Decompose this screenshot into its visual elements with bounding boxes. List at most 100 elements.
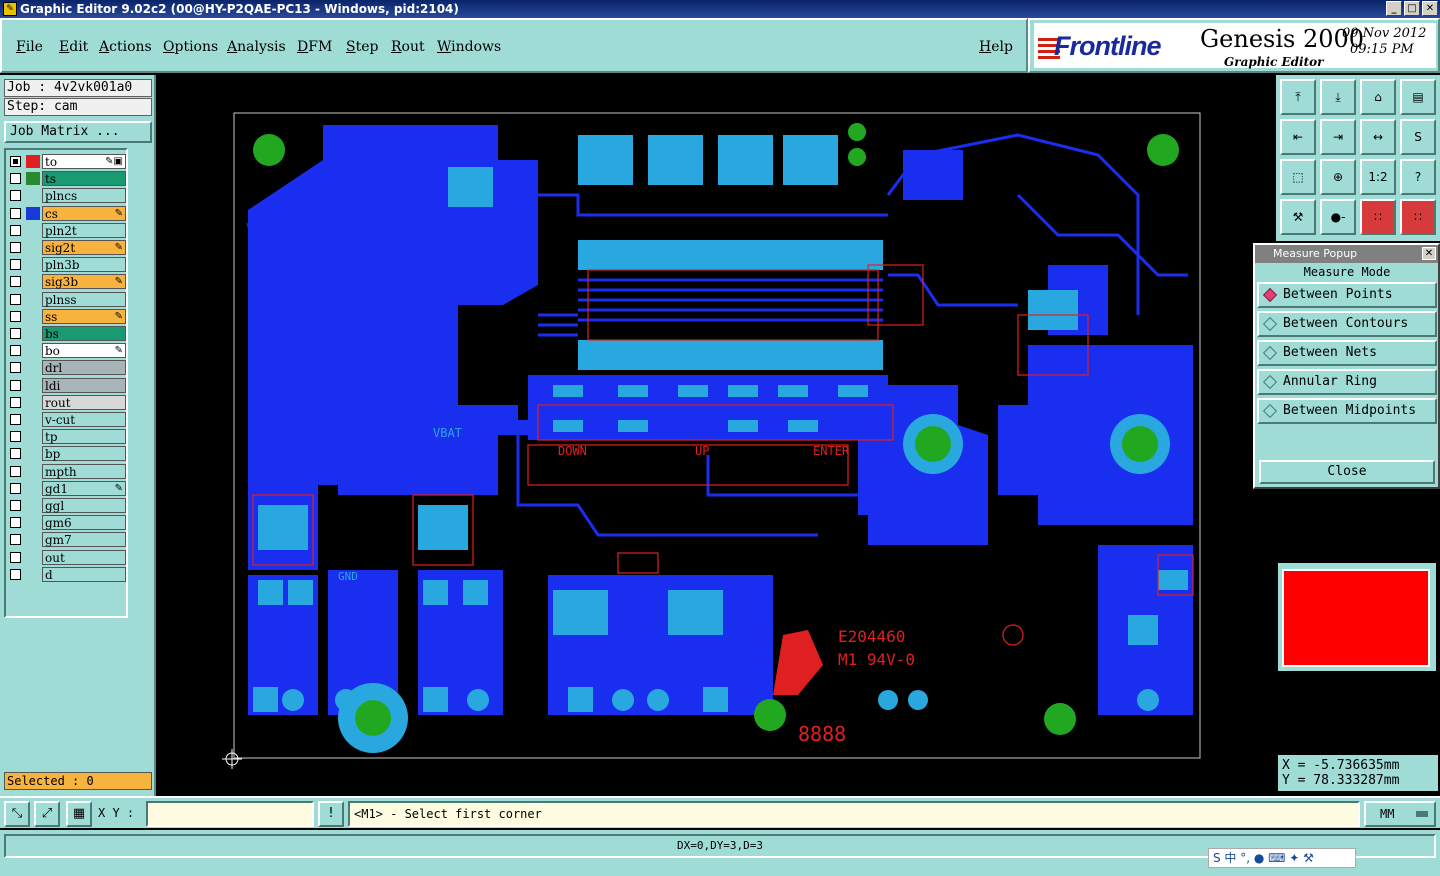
node-icon[interactable]: ●-: [1320, 199, 1356, 235]
layer-name[interactable]: plnss: [42, 291, 126, 307]
menu-options[interactable]: Options: [163, 39, 218, 55]
measure-option[interactable]: Between Points: [1257, 282, 1437, 308]
layer-checkbox[interactable]: [10, 414, 21, 425]
xy-input[interactable]: [146, 801, 314, 827]
pcb-board-view[interactable]: VCC VBAT GND DOWN UP ENTER E204460 M1 94…: [158, 75, 1276, 796]
layer-checkbox[interactable]: [10, 242, 21, 253]
layer-checkbox[interactable]: [10, 465, 21, 477]
layer-name[interactable]: bo ✎: [42, 343, 126, 359]
layer-row[interactable]: tp: [8, 429, 126, 445]
layer-checkbox[interactable]: [10, 190, 21, 202]
layer-name[interactable]: v-cut: [42, 412, 126, 427]
layer-color-swatch[interactable]: [26, 155, 40, 168]
alert-icon[interactable]: !: [318, 801, 344, 827]
layer-name[interactable]: mpth: [42, 463, 126, 479]
layer-name[interactable]: ldi: [42, 377, 126, 393]
pan-right-icon[interactable]: ⇥: [1320, 119, 1356, 155]
measure-option[interactable]: Between Midpoints: [1257, 398, 1437, 424]
measure-popup-title[interactable]: Measure Popup ✕: [1255, 245, 1438, 263]
layer-name[interactable]: ss ✎: [42, 308, 126, 324]
layer-checkbox[interactable]: [10, 173, 21, 185]
zoom-in-icon[interactable]: ⤓: [1320, 79, 1356, 115]
layer-name[interactable]: gd1 ✎: [42, 480, 126, 496]
menu-dfm[interactable]: DFM: [297, 39, 332, 55]
layer-name[interactable]: drl: [42, 360, 126, 376]
layer-name[interactable]: gm6: [42, 515, 126, 531]
units-select[interactable]: MM: [1364, 801, 1436, 827]
measure-close-button[interactable]: Close: [1259, 460, 1435, 484]
maximize-button[interactable]: □: [1404, 1, 1420, 16]
fit-icon[interactable]: ⬚: [1280, 159, 1316, 195]
layer-row[interactable]: ggl: [8, 498, 126, 513]
layer-checkbox[interactable]: [10, 517, 21, 529]
snap-icon[interactable]: ⤡: [4, 801, 30, 827]
layer-name[interactable]: out: [42, 549, 126, 565]
tool-icon[interactable]: ⚒: [1280, 199, 1316, 235]
layer-checkbox[interactable]: [10, 310, 21, 322]
layer-name[interactable]: plncs: [42, 188, 126, 204]
layer-row[interactable]: plnss: [8, 291, 126, 307]
layer-row[interactable]: cs ✎: [8, 205, 126, 221]
menu-file[interactable]: File: [16, 39, 43, 55]
radio-icon[interactable]: [1262, 287, 1278, 303]
pan-left-icon[interactable]: ⇤: [1280, 119, 1316, 155]
layer-row[interactable]: rout: [8, 394, 126, 410]
layer-b-icon[interactable]: ∷: [1400, 199, 1436, 235]
layer-row[interactable]: bo ✎: [8, 343, 126, 359]
layer-row[interactable]: d: [8, 566, 126, 582]
layer-checkbox[interactable]: [10, 345, 21, 357]
menu-edit[interactable]: Edit: [59, 39, 88, 55]
job-matrix-button[interactable]: Job Matrix ...: [4, 121, 152, 143]
house-icon[interactable]: ⌂: [1360, 79, 1396, 115]
layer-color-swatch[interactable]: [26, 206, 40, 220]
layer-name[interactable]: d: [42, 566, 126, 582]
layer-checkbox[interactable]: [10, 568, 21, 580]
layer-row[interactable]: pln2t: [8, 222, 126, 238]
help-icon[interactable]: ?: [1400, 159, 1436, 195]
window-icon[interactable]: ▤: [1400, 79, 1436, 115]
layer-name[interactable]: sig2t ✎: [42, 240, 126, 255]
close-window-button[interactable]: ✕: [1422, 1, 1438, 16]
measure-option[interactable]: Annular Ring: [1257, 369, 1437, 395]
layer-checkbox[interactable]: [10, 396, 21, 408]
measure-icon[interactable]: ⤢: [34, 801, 60, 827]
layer-row[interactable]: sig2t ✎: [8, 240, 126, 255]
zoom-home-icon[interactable]: ⤒: [1280, 79, 1316, 115]
scale-icon[interactable]: 1:2: [1360, 159, 1396, 195]
layer-checkbox[interactable]: [10, 328, 21, 339]
layer-row[interactable]: pln3b: [8, 257, 126, 273]
layer-checkbox[interactable]: [10, 448, 21, 460]
layer-name[interactable]: cs ✎: [42, 205, 126, 221]
minimize-button[interactable]: _: [1386, 1, 1402, 16]
radio-icon[interactable]: [1262, 316, 1278, 332]
layer-row[interactable]: gm7: [8, 532, 126, 548]
layer-row[interactable]: ss ✎: [8, 308, 126, 324]
measure-close-icon[interactable]: ✕: [1422, 247, 1436, 260]
layer-name[interactable]: ts: [42, 171, 126, 187]
layer-checkbox[interactable]: [10, 500, 21, 511]
layer-preview[interactable]: [1278, 563, 1436, 671]
menu-windows[interactable]: Windows: [437, 39, 501, 55]
layer-row[interactable]: bs: [8, 326, 126, 341]
layer-name[interactable]: bp: [42, 446, 126, 462]
radio-icon[interactable]: [1262, 403, 1278, 419]
layer-color-swatch[interactable]: [26, 172, 40, 186]
layer-checkbox[interactable]: [10, 207, 21, 219]
layer-row[interactable]: drl: [8, 360, 126, 376]
layer-checkbox[interactable]: [10, 534, 21, 546]
layer-checkbox[interactable]: [10, 224, 21, 236]
layer-name[interactable]: pln2t: [42, 222, 126, 238]
layer-a-icon[interactable]: ∷: [1360, 199, 1396, 235]
menu-step[interactable]: Step: [346, 39, 378, 55]
measure-option[interactable]: Between Nets: [1257, 340, 1437, 366]
layer-checkbox[interactable]: [10, 431, 21, 443]
layer-name[interactable]: tp: [42, 429, 126, 445]
graphic-canvas[interactable]: VCC VBAT GND DOWN UP ENTER E204460 M1 94…: [158, 75, 1276, 796]
radio-icon[interactable]: [1262, 374, 1278, 390]
layer-row[interactable]: v-cut: [8, 412, 126, 427]
layer-row[interactable]: gm6: [8, 515, 126, 531]
layer-row[interactable]: bp: [8, 446, 126, 462]
layer-checkbox[interactable]: [10, 379, 21, 391]
menu-actions[interactable]: Actions: [99, 39, 152, 55]
radio-icon[interactable]: [1262, 345, 1278, 361]
